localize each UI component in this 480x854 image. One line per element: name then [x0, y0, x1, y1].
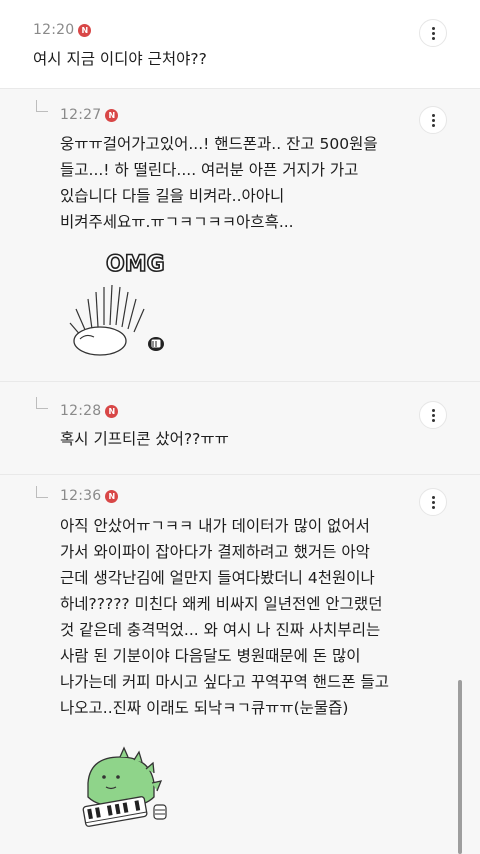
comment-meta: 12:36 N [60, 488, 119, 504]
comment-text: 아직 안샀어ㅠㄱㅋㅋ 내가 데이터가 많이 없어서 가서 와이파이 잡아다가 결… [60, 517, 390, 717]
comment-time: 12:28 [60, 403, 102, 419]
sticker-omg-text: OMG [106, 252, 165, 277]
new-badge: N [105, 489, 119, 503]
new-badge: N [78, 23, 92, 37]
comment-1: 12:20 N 여시 지금 이디야 근처야?? [0, 0, 480, 88]
comment-meta: 12:27 N [60, 107, 119, 123]
reply-arrow-icon [36, 486, 48, 498]
comment-meta: 12:28 N [60, 403, 119, 419]
comment-time: 12:27 [60, 107, 102, 123]
new-badge: N [105, 108, 119, 122]
new-badge: N [105, 404, 119, 418]
comment-4: 12:36 N 아직 안샀어ㅠㄱㅋㅋ 내가 데이터가 많이 없어서 가서 와이파… [0, 475, 480, 854]
hedgehog-sticker: OMG [62, 247, 182, 362]
comment-meta: 12:20 N [33, 22, 92, 38]
comment-time: 12:20 [33, 22, 75, 38]
more-options-button[interactable] [419, 106, 447, 134]
comment-2: 12:27 N 웅ㅠㅠ걸어가고있어...! 핸드폰과.. 잔고 500원을 들고… [0, 89, 480, 381]
comment-text: 여시 지금 이디야 근처야?? [33, 50, 207, 68]
more-options-button[interactable] [419, 488, 447, 516]
dinosaur-piano-sticker [78, 743, 178, 833]
comment-thread: 12:20 N 여시 지금 이디야 근처야?? 12:27 N 웅ㅠㅠ걸어가고있… [0, 0, 480, 854]
reply-arrow-icon [36, 100, 48, 112]
more-options-button[interactable] [419, 401, 447, 429]
hedgehog-sticker-icon: OMG [69, 251, 165, 356]
scrollbar[interactable] [458, 680, 462, 854]
comment-text: 웅ㅠㅠ걸어가고있어...! 핸드폰과.. 잔고 500원을 들고...! 하 떨… [60, 135, 378, 231]
dinosaur-piano-sticker-icon [82, 746, 167, 827]
comment-time: 12:36 [60, 488, 102, 504]
more-options-button[interactable] [419, 19, 447, 47]
reply-arrow-icon [36, 397, 48, 409]
comment-3: 12:28 N 혹시 기프티콘 샀어??ㅠㅠ [0, 382, 480, 474]
comment-text: 혹시 기프티콘 샀어??ㅠㅠ [60, 430, 229, 448]
